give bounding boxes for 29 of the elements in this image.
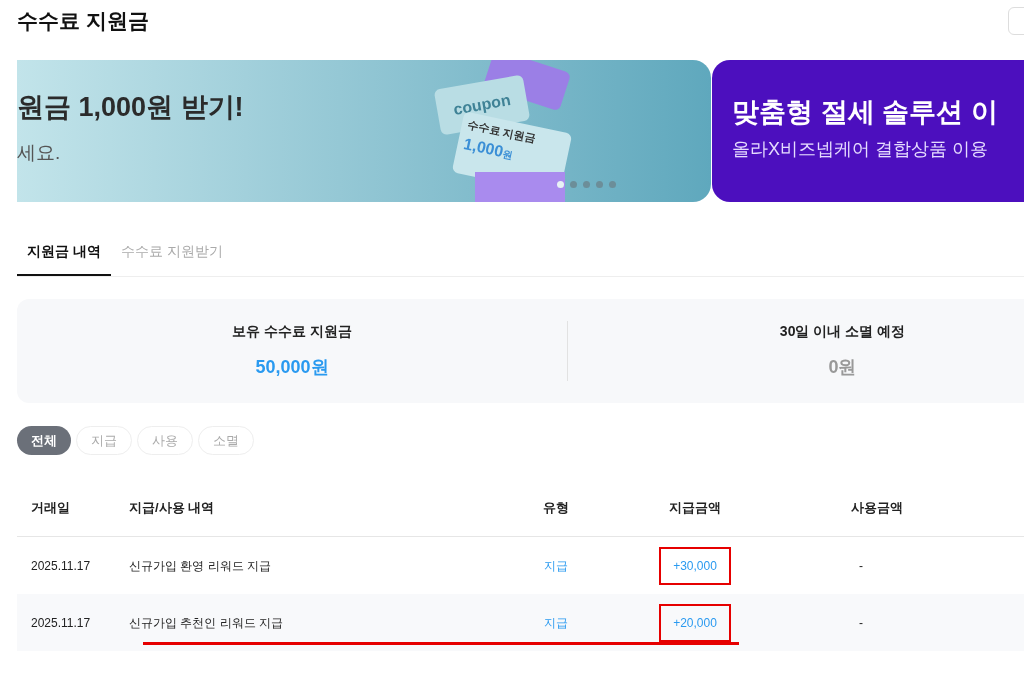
- description-cell: 신규가입 추천인 리워드 지급: [129, 615, 283, 630]
- tab[interactable]: 지원금 내역: [17, 228, 111, 276]
- type-cell: 지급: [544, 615, 568, 630]
- summary-value: 0원: [828, 356, 857, 379]
- column-header: 유형: [543, 499, 569, 515]
- filter-chip[interactable]: 전체: [17, 426, 71, 455]
- description-cell: 신규가입 환영 리워드 지급: [129, 558, 271, 573]
- column-header: 지급/사용 내역: [129, 499, 215, 515]
- paid-amount-cell: +20,000: [659, 603, 731, 642]
- column-header: 지급금액: [669, 499, 721, 515]
- banner-subline: 올라X비즈넵케어 결합상품 이용: [732, 138, 989, 161]
- date-cell: 2025.11.17: [31, 615, 91, 630]
- summary-label: 30일 이내 소멸 예정: [779, 322, 906, 341]
- summary-value: 50,000원: [255, 356, 329, 379]
- banner-subline: 세요.: [17, 141, 62, 166]
- banner-headline: 원금 1,000원 받기!: [17, 94, 245, 122]
- date-cell: 2025.11.17: [31, 558, 91, 573]
- promo-banner[interactable]: 맞춤형 절세 솔루션 이 올라X비즈넵케어 결합상품 이용: [712, 60, 1024, 202]
- coupon-banner[interactable]: 원금 1,000원 받기! 세요. coupon 수수료 지원금 1,000 원: [17, 60, 711, 202]
- used-amount-cell: -: [859, 558, 863, 573]
- summary-label: 보유 수수료 지원금: [232, 322, 352, 341]
- page-title: 수수료 지원금: [17, 8, 149, 35]
- column-header: 거래일: [31, 499, 70, 515]
- coupon-text: coupon: [451, 90, 513, 120]
- banner-headline: 맞춤형 절세 솔루션 이: [732, 99, 999, 126]
- paid-amount-cell: +30,000: [659, 546, 731, 585]
- used-amount-cell: -: [859, 615, 863, 630]
- column-header: 사용금액: [851, 499, 903, 515]
- type-cell: 지급: [544, 558, 568, 573]
